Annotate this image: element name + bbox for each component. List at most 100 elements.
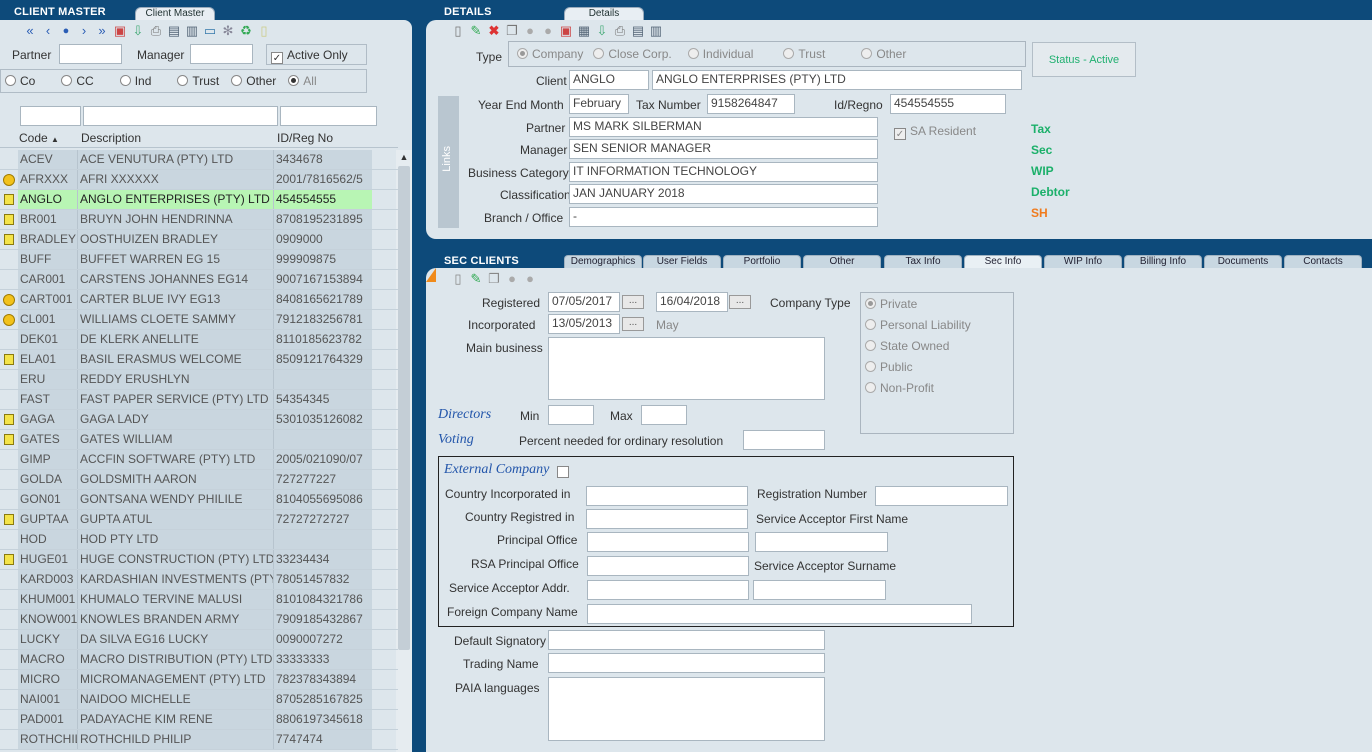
partner-field[interactable]: MS MARK SILBERMAN	[569, 117, 878, 137]
grid-icon[interactable]: ▦	[576, 23, 592, 39]
tab-sec-info[interactable]: Sec Info	[964, 255, 1042, 268]
year-end-field[interactable]: February	[569, 94, 629, 114]
info-icon[interactable]: ●	[58, 23, 74, 39]
tab-documents[interactable]: Documents	[1204, 255, 1282, 268]
type-company[interactable]: Company	[517, 47, 583, 61]
table-row[interactable]: GIMP ACCFIN SOFTWARE (PTY) LTD 2005/021090…	[0, 450, 398, 470]
link-tax[interactable]: Tax	[1031, 122, 1051, 136]
principal-office-field[interactable]	[587, 532, 749, 552]
links-sidebar[interactable]: Links	[438, 96, 459, 228]
external-company-checkbox[interactable]	[557, 466, 569, 478]
type-filter-all[interactable]: All	[288, 74, 317, 88]
type-filter-co[interactable]: Co	[5, 74, 35, 88]
sa-resident-checkbox[interactable]: ✓ SA Resident	[894, 124, 976, 140]
preview-icon[interactable]: ▤	[166, 23, 182, 39]
company-type-personal-liability[interactable]: Personal Liability	[865, 318, 1009, 339]
edit-icon[interactable]: ✎	[468, 271, 484, 287]
idreg-search-input[interactable]	[280, 106, 377, 126]
registered-date2-field[interactable]: 16/04/2018	[656, 292, 728, 312]
registration-number-field[interactable]	[875, 486, 1008, 506]
manager-filter-input[interactable]	[190, 44, 253, 64]
table-row[interactable]: ELA01 BASIL ERASMUS WELCOME 8509121764329	[0, 350, 398, 370]
active-only-checkbox[interactable]: ✓ Active Only	[266, 44, 367, 65]
table-row[interactable]: PAD001 PADAYACHE KIM RENE 8806197345618	[0, 710, 398, 730]
table-row[interactable]: MACRO MACRO DISTRIBUTION (PTY) LTD 3333333…	[0, 650, 398, 670]
table-row[interactable]: GUPTAA GUPTA ATUL 72727272727	[0, 510, 398, 530]
table-row[interactable]: AFRXXX AFRI XXXXXX 2001/7816562/5	[0, 170, 398, 190]
table-row[interactable]: KARD003 KARDASHIAN INVESTMENTS (PTY 780514…	[0, 570, 398, 590]
registered-date-field[interactable]: 07/05/2017	[548, 292, 620, 312]
classification-field[interactable]: JAN JANUARY 2018	[569, 184, 878, 204]
column-header-description[interactable]: Description	[81, 131, 141, 145]
trading-name-field[interactable]	[548, 653, 825, 673]
company-type-private[interactable]: Private	[865, 297, 1009, 318]
table-row[interactable]: HOD HOD PTY LTD	[0, 530, 398, 550]
table-row[interactable]: BRADLEY OOSTHUIZEN BRADLEY 0909000	[0, 230, 398, 250]
document-icon[interactable]: ▯	[256, 23, 272, 39]
next-record-icon[interactable]: ›	[76, 23, 92, 39]
table-row[interactable]: NAI001 NAIDOO MICHELLE 8705285167825	[0, 690, 398, 710]
type-other[interactable]: Other	[861, 47, 906, 61]
service-acceptor-surname-field[interactable]	[753, 580, 886, 600]
table-row[interactable]: ERU REDDY ERUSHLYN	[0, 370, 398, 390]
table-row[interactable]: ROTHCHIL ROTHCHILD PHILIP 7747474	[0, 730, 398, 750]
table-row[interactable]: GOLDA GOLDSMITH AARON 727277227	[0, 470, 398, 490]
print-icon[interactable]: ⎙	[612, 23, 628, 39]
description-search-input[interactable]	[83, 106, 278, 126]
table-row[interactable]: KHUM001 KHUMALO TERVINE MALUSI 81010843217…	[0, 590, 398, 610]
link-wip[interactable]: WIP	[1031, 164, 1054, 178]
type-filter-other[interactable]: Other	[231, 74, 276, 88]
table-row[interactable]: CAR001 CARSTENS JOHANNES EG14 900716715389…	[0, 270, 398, 290]
new-icon[interactable]: ▯	[450, 271, 466, 287]
type-close-corp[interactable]: Close Corp.	[593, 47, 672, 61]
table-row[interactable]: DEK01 DE KLERK ANELLITE 8110185623782	[0, 330, 398, 350]
branch-field[interactable]: -	[569, 207, 878, 227]
export-icon[interactable]: ⇩	[130, 23, 146, 39]
tab-client-master[interactable]: Client Master	[135, 7, 215, 20]
cancel-icon[interactable]: ●	[522, 271, 538, 287]
table-row[interactable]: GON01 GONTSANA WENDY PHILILE 8104055695086	[0, 490, 398, 510]
column-header-idreg[interactable]: ID/Reg No	[277, 131, 333, 145]
foreign-company-field[interactable]	[587, 604, 972, 624]
window-icon[interactable]: ▭	[202, 23, 218, 39]
delete-icon[interactable]: ✖	[486, 23, 502, 39]
save-icon[interactable]: ●	[504, 271, 520, 287]
grid-scrollbar[interactable]: ▲	[396, 150, 412, 752]
table-row[interactable]: CL001 WILLIAMS CLOETE SAMMY 7912183256781	[0, 310, 398, 330]
business-category-field[interactable]: IT INFORMATION TECHNOLOGY	[569, 162, 878, 182]
tab-demographics[interactable]: Demographics	[564, 255, 642, 268]
directors-min-field[interactable]	[548, 405, 594, 425]
client-code-field[interactable]: ANGLO	[569, 70, 649, 90]
manager-field[interactable]: SEN SENIOR MANAGER	[569, 139, 878, 159]
tab-portfolio[interactable]: Portfolio	[723, 255, 801, 268]
table-row[interactable]: GAGA GAGA LADY 5301035126082	[0, 410, 398, 430]
registered-picker-button[interactable]: ...	[622, 295, 644, 309]
table-row[interactable]: KNOW001 KNOWLES BRANDEN ARMY 7909185432867	[0, 610, 398, 630]
table-row[interactable]: ACEV ACE VENUTURA (PTY) LTD 3434678	[0, 150, 398, 170]
type-filter-trust[interactable]: Trust	[177, 74, 219, 88]
report-icon[interactable]: ▥	[184, 23, 200, 39]
link-sh[interactable]: SH	[1031, 206, 1048, 220]
company-type-public[interactable]: Public	[865, 360, 1009, 381]
tax-number-field[interactable]: 9158264847	[707, 94, 795, 114]
tab-wip-info[interactable]: WIP Info	[1044, 255, 1122, 268]
company-type-non-profit[interactable]: Non-Profit	[865, 381, 1009, 402]
service-acceptor-first-field[interactable]	[755, 532, 888, 552]
tab-user-fields[interactable]: User Fields	[643, 255, 721, 268]
refresh-icon[interactable]: ♻	[238, 23, 254, 39]
idreg-field[interactable]: 454554555	[890, 94, 1006, 114]
cancel-icon[interactable]: ●	[540, 23, 556, 39]
print-icon[interactable]: ⎙	[148, 23, 164, 39]
tab-tax-info[interactable]: Tax Info	[884, 255, 962, 268]
company-type-state-owned[interactable]: State Owned	[865, 339, 1009, 360]
type-filter-cc[interactable]: CC	[61, 74, 94, 88]
default-signatory-field[interactable]	[548, 630, 825, 650]
link-sec[interactable]: Sec	[1031, 143, 1052, 157]
preview-icon[interactable]: ▤	[630, 23, 646, 39]
table-row[interactable]: CART001 CARTER BLUE IVY EG13 8408165621789	[0, 290, 398, 310]
link-debtor[interactable]: Debtor	[1031, 185, 1070, 199]
table-row[interactable]: GATES GATES WILLIAM	[0, 430, 398, 450]
type-individual[interactable]: Individual	[687, 47, 753, 61]
copy-icon[interactable]: ❐	[486, 271, 502, 287]
export-icon[interactable]: ⇩	[594, 23, 610, 39]
